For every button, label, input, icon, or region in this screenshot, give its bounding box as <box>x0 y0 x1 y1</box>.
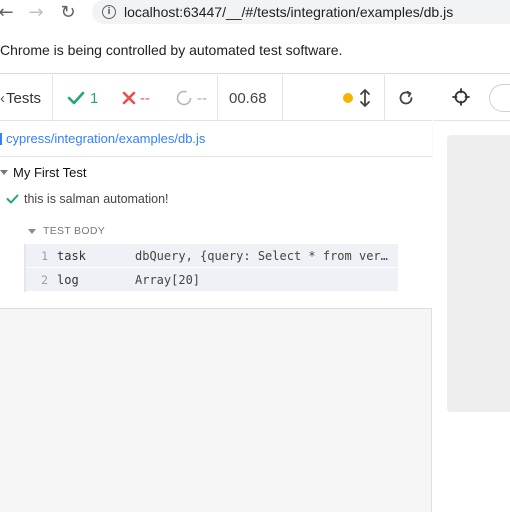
passed-count: 1 <box>67 75 98 121</box>
suite-row[interactable]: My First Test <box>0 161 86 183</box>
test-row[interactable]: this is salman automation! <box>6 189 169 209</box>
infobar-message: Chrome is being controlled by automated … <box>0 41 343 58</box>
spec-path-bar: cypress/integration/examples/db.js <box>0 121 432 157</box>
divider <box>52 75 53 121</box>
automation-infobar: Chrome is being controlled by automated … <box>0 26 510 74</box>
command-name: log <box>57 272 79 287</box>
url-text: localhost:63447/__/#/tests/integration/e… <box>124 4 454 20</box>
tests-label: Tests <box>6 89 42 107</box>
app-iframe-area[interactable] <box>447 135 510 412</box>
scroll-toggle-button[interactable] <box>360 75 370 121</box>
app-preview-panel <box>433 75 510 512</box>
test-title: this is salman automation! <box>24 192 169 206</box>
crosshair-icon[interactable] <box>452 88 470 106</box>
duration: 00.68 <box>229 89 267 107</box>
failed-count: -- <box>122 75 150 121</box>
address-bar[interactable]: i localhost:63447/__/#/tests/integration… <box>92 0 510 24</box>
command-log: 1 task dbQuery, {query: Select * from ve… <box>24 244 398 292</box>
url-display-input[interactable] <box>489 84 510 112</box>
spec-path-link[interactable]: cypress/integration/examples/db.js <box>6 131 205 146</box>
browser-toolbar: ← → ↻ i localhost:63447/__/#/tests/integ… <box>0 0 510 26</box>
caret-down-icon <box>28 228 36 234</box>
command-message: Array[20] <box>135 272 201 287</box>
file-icon <box>0 132 2 145</box>
reload-icon[interactable]: ↻ <box>58 0 78 24</box>
runnables-list: My First Test this is salman automation!… <box>0 157 432 309</box>
divider <box>217 75 218 121</box>
running-dot-icon <box>343 93 353 103</box>
restart-icon <box>399 90 413 105</box>
command-number: 2 <box>41 272 48 287</box>
divider <box>384 75 385 121</box>
pending-circle-icon <box>176 90 192 106</box>
command-row[interactable]: 2 log Array[20] <box>26 268 398 291</box>
stats-header: ‹ Tests 1 -- -- 00.68 <box>0 75 432 121</box>
arrows-vertical-icon <box>360 89 370 107</box>
chevron-left-icon: ‹ <box>0 89 5 107</box>
test-body-toggle[interactable]: TEST BODY <box>28 223 105 239</box>
forward-arrow-icon[interactable]: → <box>26 0 46 24</box>
command-row[interactable]: 1 task dbQuery, {query: Select * from ve… <box>26 244 398 267</box>
restart-button[interactable] <box>398 75 414 121</box>
suite-title: My First Test <box>13 164 87 180</box>
app-preview-header <box>433 75 510 121</box>
tests-button[interactable]: ‹ Tests <box>0 75 41 121</box>
check-icon <box>67 91 85 105</box>
pending-count: -- <box>176 75 207 121</box>
caret-down-icon <box>0 169 8 175</box>
info-icon[interactable]: i <box>102 5 116 19</box>
command-number: 1 <box>41 248 48 263</box>
x-icon <box>122 91 136 105</box>
check-icon <box>6 194 19 204</box>
running-status <box>343 75 353 121</box>
divider <box>282 75 283 121</box>
reporter-panel: ‹ Tests 1 -- -- 00.68 cypress/integratio… <box>0 75 432 512</box>
back-arrow-icon[interactable]: ← <box>0 0 16 24</box>
command-message: dbQuery, {query: Select * from ver… <box>135 248 388 263</box>
test-body-label: TEST BODY <box>43 225 106 237</box>
command-name: task <box>57 248 86 263</box>
